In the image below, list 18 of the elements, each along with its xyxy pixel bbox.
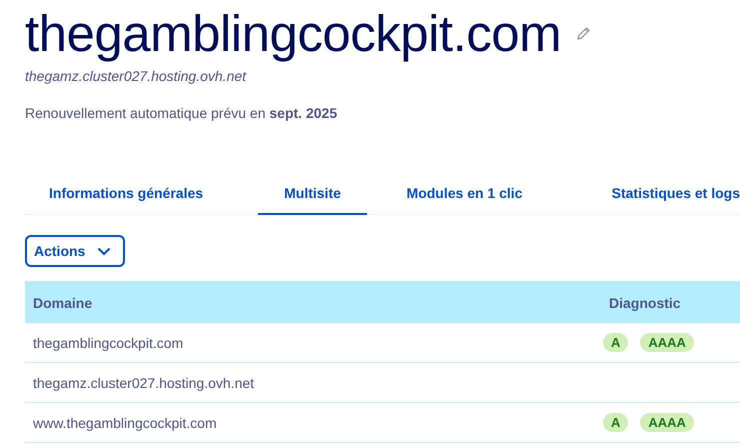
chevron-down-icon bbox=[97, 246, 112, 256]
diagnostic-badge: A bbox=[603, 413, 628, 432]
tab[interactable]: Statistiques et logs bbox=[552, 175, 740, 215]
actions-dropdown[interactable]: Actions bbox=[25, 235, 126, 267]
table-cell-text: thegamblingcockpit.com bbox=[32, 334, 184, 350]
diagnostic-badge: AAAA bbox=[640, 413, 694, 432]
column-header[interactable]: Domaine bbox=[25, 294, 609, 310]
table-cell-text: www.thegamblingcockpit.com bbox=[32, 414, 218, 430]
column-header[interactable]: Diagnostic bbox=[609, 294, 740, 310]
diagnostic-badge: A bbox=[603, 333, 628, 352]
diagnostic-badge: AAAA bbox=[640, 333, 694, 352]
table-cell-text: thegamz.cluster027.hosting.ovh.net bbox=[32, 374, 256, 390]
tab[interactable]: Multisite bbox=[258, 175, 367, 215]
tab[interactable]: Informations générales bbox=[25, 175, 235, 215]
tab[interactable]: Modules en 1 clic bbox=[377, 175, 552, 215]
hosting-name: thegamz.cluster027.hosting.ovh.net bbox=[25, 68, 248, 84]
edit-icon[interactable] bbox=[575, 26, 592, 42]
renewal-text: Renouvellement automatique prévu en sept. 2025 bbox=[25, 105, 338, 121]
